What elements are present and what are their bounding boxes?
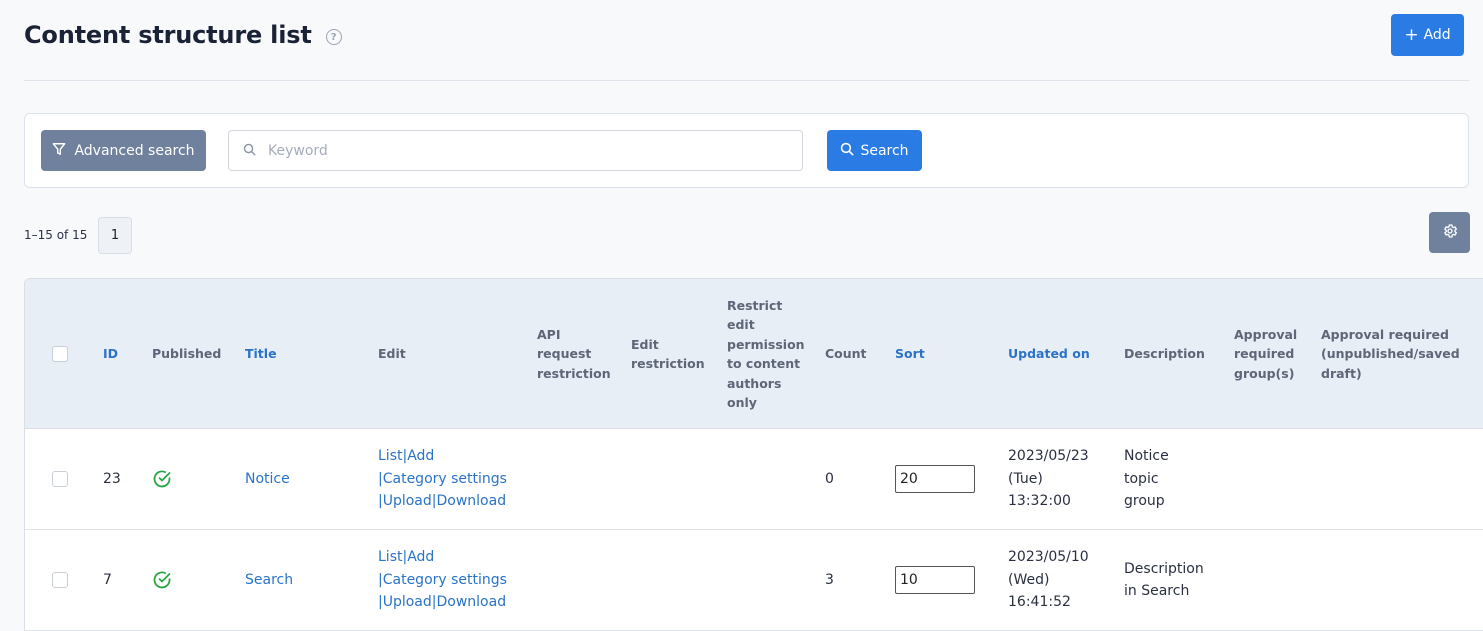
updated-day: (Tue) (1008, 470, 1043, 487)
table-row: 7 Search List|Add |Category settings |Up… (25, 530, 1483, 631)
edit-upload-link[interactable]: Upload (383, 594, 432, 610)
edit-category-link[interactable]: Category settings (383, 471, 507, 487)
row-id: 23 (103, 470, 121, 487)
column-header-id[interactable]: ID (103, 279, 118, 429)
search-icon (243, 141, 256, 160)
search-panel: Advanced search Search (24, 113, 1469, 188)
row-edit-cell: List|Add |Category settings |Upload|Down… (378, 429, 518, 529)
column-header-description: Description (1124, 346, 1205, 362)
column-header-count: Count (825, 346, 867, 362)
column-header-approval-groups: Approval required group(s) (1234, 326, 1298, 381)
row-title-link[interactable]: Notice (245, 468, 290, 491)
column-header-approval-required: Approval required (unpublished/saved dra… (1321, 326, 1460, 381)
plus-icon: + (1404, 25, 1419, 45)
updated-time: 13:32:00 (1008, 493, 1071, 510)
row-title-cell: Search (245, 530, 293, 630)
column-header-restrict-authors: Restrict edit permission to content auth… (727, 297, 805, 411)
table-row: 23 Notice List|Add |Category settings |U… (25, 429, 1483, 530)
result-count: 1–15 of 15 (24, 228, 88, 242)
row-id: 7 (103, 571, 112, 588)
filter-icon (52, 142, 66, 160)
keyword-input[interactable] (268, 142, 768, 159)
add-button-label: Add (1423, 27, 1451, 43)
select-all-cell (52, 279, 68, 429)
edit-category-link[interactable]: Category settings (383, 572, 507, 588)
row-count: 3 (825, 571, 834, 588)
content-structure-table: ID Published Title Edit API request rest… (24, 278, 1483, 631)
search-button-label: Search (860, 142, 909, 159)
row-title-link[interactable]: Search (245, 569, 293, 592)
row-description: Notice topic group (1124, 448, 1169, 510)
sort-input[interactable] (895, 566, 975, 594)
add-button[interactable]: + Add (1391, 14, 1464, 56)
published-check-icon (152, 429, 172, 529)
row-sort-cell (895, 530, 975, 630)
column-settings-button[interactable] (1429, 212, 1470, 253)
page-title: Content structure list (24, 21, 312, 49)
row-checkbox[interactable] (52, 572, 68, 588)
row-description: Description in Search (1124, 560, 1204, 600)
row-sort-cell (895, 429, 975, 529)
row-title-cell: Notice (245, 429, 290, 529)
gear-icon (1442, 223, 1458, 242)
row-checkbox[interactable] (52, 471, 68, 487)
edit-add-link[interactable]: Add (407, 448, 434, 464)
edit-list-link[interactable]: List (378, 549, 402, 565)
column-header-updated-on[interactable]: Updated on (1008, 279, 1090, 429)
row-select-cell (52, 429, 68, 529)
sort-input[interactable] (895, 465, 975, 493)
keyword-field[interactable] (228, 130, 803, 171)
search-icon (840, 142, 854, 160)
published-check-icon (152, 530, 172, 630)
header-divider (24, 80, 1469, 81)
row-select-cell (52, 530, 68, 630)
row-count: 0 (825, 470, 834, 487)
help-icon[interactable]: ? (325, 29, 342, 45)
column-header-edit: Edit (378, 346, 406, 362)
column-header-api-restriction: API request restriction (537, 326, 611, 381)
page-header: Content structure list ? + Add (24, 14, 1464, 56)
row-updated-on: 2023/05/23 (Tue) 13:32:00 (1008, 429, 1089, 529)
edit-download-link[interactable]: Download (437, 594, 507, 610)
column-header-edit-restriction: Edit restriction (631, 336, 705, 372)
search-button[interactable]: Search (827, 130, 922, 171)
edit-upload-link[interactable]: Upload (383, 493, 432, 509)
row-edit-cell: List|Add |Category settings |Upload|Down… (378, 530, 518, 630)
edit-download-link[interactable]: Download (437, 493, 507, 509)
updated-date: 2023/05/23 (1008, 448, 1089, 465)
edit-add-link[interactable]: Add (407, 549, 434, 565)
table-header: ID Published Title Edit API request rest… (25, 279, 1483, 429)
page-number-button[interactable]: 1 (98, 217, 132, 254)
column-header-title[interactable]: Title (245, 279, 277, 429)
updated-time: 16:41:52 (1008, 594, 1071, 611)
advanced-search-button[interactable]: Advanced search (41, 130, 206, 171)
updated-date: 2023/05/10 (1008, 549, 1089, 566)
column-header-sort[interactable]: Sort (895, 279, 925, 429)
edit-list-link[interactable]: List (378, 448, 402, 464)
column-header-published: Published (152, 346, 222, 362)
select-all-checkbox[interactable] (52, 346, 68, 362)
updated-day: (Wed) (1008, 571, 1050, 588)
advanced-search-label: Advanced search (74, 142, 195, 159)
row-updated-on: 2023/05/10 (Wed) 16:41:52 (1008, 530, 1089, 630)
